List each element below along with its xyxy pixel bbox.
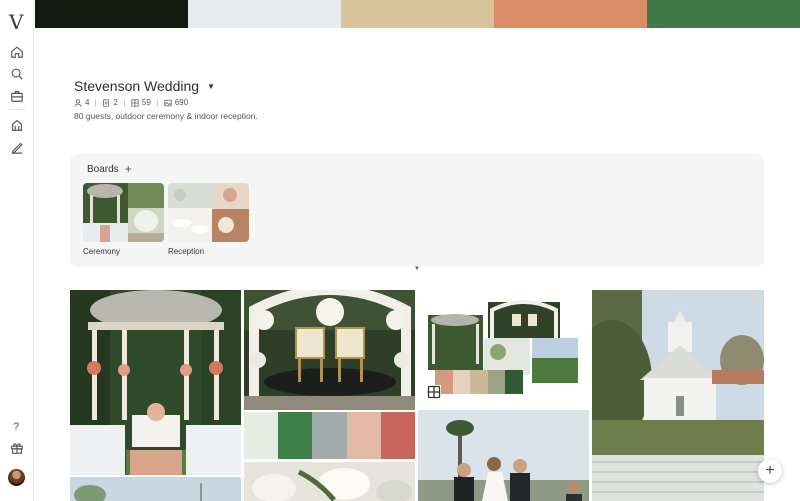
stat-value: 59 xyxy=(141,98,151,107)
sky-photo[interactable] xyxy=(70,477,241,501)
avatar[interactable] xyxy=(8,469,25,486)
layout-grid-icon[interactable] xyxy=(427,385,441,399)
board-thumbnail[interactable] xyxy=(83,183,164,242)
mini-swatch[interactable] xyxy=(505,370,523,394)
search-icon[interactable] xyxy=(10,67,24,81)
board-label: Ceremony xyxy=(83,247,120,256)
add-button[interactable]: + xyxy=(758,459,782,483)
couple-photo[interactable] xyxy=(418,410,589,501)
color-palette-strip xyxy=(35,0,800,28)
board-label: Reception xyxy=(168,247,205,256)
ceremony-thumbnail-image xyxy=(83,183,164,242)
reception-thumbnail-image xyxy=(168,183,249,242)
add-board-button[interactable]: + xyxy=(125,162,132,176)
mood-swatch[interactable] xyxy=(278,412,313,459)
mood-swatch[interactable] xyxy=(346,412,381,459)
stat-value: 690 xyxy=(174,98,189,107)
board-card-ceremony[interactable]: Ceremony xyxy=(83,183,164,256)
divider xyxy=(95,98,97,107)
app-logo[interactable]: V xyxy=(9,10,23,34)
mini-swatch[interactable] xyxy=(487,370,506,394)
collapse-caret-icon[interactable]: ▼ xyxy=(414,266,420,272)
mini-swatch[interactable] xyxy=(470,370,488,394)
stat-images: 690 xyxy=(164,98,188,107)
ceremony-chairs-image xyxy=(244,290,415,410)
stat-members: 4 xyxy=(74,98,89,107)
help-icon[interactable]: ? xyxy=(13,421,19,433)
boards-heading: Boards xyxy=(87,163,119,175)
stat-documents: 2 xyxy=(102,98,118,107)
sky-image xyxy=(70,477,241,501)
document-icon xyxy=(103,98,110,107)
gazebo-image xyxy=(70,290,241,475)
divider xyxy=(123,98,125,107)
stat-value: 2 xyxy=(113,98,118,107)
collage-swatch-row[interactable] xyxy=(435,370,523,394)
page-title: Stevenson Wedding xyxy=(74,78,200,94)
people-icon xyxy=(74,98,82,107)
palette-swatch[interactable] xyxy=(647,0,800,28)
mood-swatch[interactable] xyxy=(380,412,416,459)
boards-header: Boards + xyxy=(87,162,132,176)
chapel-photo[interactable] xyxy=(592,290,764,501)
project-description: 80 guests, outdoor ceremony & indoor rec… xyxy=(74,111,258,121)
ceremony-chairs-photo[interactable] xyxy=(244,290,415,410)
flowers-image xyxy=(244,462,415,501)
palette-swatch[interactable] xyxy=(188,0,341,28)
chevron-down-icon[interactable]: ▼ xyxy=(207,82,215,91)
building-icon[interactable] xyxy=(10,118,24,132)
chapel-image xyxy=(592,290,764,501)
stat-boards: 59 xyxy=(131,98,151,107)
home-icon[interactable] xyxy=(10,45,24,59)
grid-icon xyxy=(131,98,139,107)
image-icon xyxy=(164,99,172,106)
palette-swatch[interactable] xyxy=(494,0,647,28)
flowers-photo[interactable] xyxy=(244,462,415,501)
project-title-row[interactable]: Stevenson Wedding ▼ xyxy=(74,78,215,94)
board-thumbnail[interactable] xyxy=(168,183,249,242)
project-stats: 4 2 59 690 xyxy=(74,98,188,107)
couple-image xyxy=(418,410,589,501)
board-card-reception[interactable]: Reception xyxy=(168,183,249,256)
briefcase-icon[interactable] xyxy=(10,89,24,103)
mood-swatch[interactable] xyxy=(244,412,279,459)
boards-panel: Boards + Ceremony Reception xyxy=(70,154,764,267)
palette-swatch[interactable] xyxy=(341,0,494,28)
divider xyxy=(156,98,158,107)
left-rail: V ? xyxy=(0,0,34,501)
mini-swatch[interactable] xyxy=(452,370,471,394)
gift-icon[interactable] xyxy=(10,441,24,455)
gazebo-photo[interactable] xyxy=(70,290,241,475)
pen-icon[interactable] xyxy=(10,140,24,154)
palette-swatch[interactable] xyxy=(35,0,188,28)
rail-divider xyxy=(9,109,25,110)
stat-value: 4 xyxy=(85,98,90,107)
mood-swatch-row[interactable] xyxy=(244,412,416,459)
mood-swatch[interactable] xyxy=(312,412,347,459)
